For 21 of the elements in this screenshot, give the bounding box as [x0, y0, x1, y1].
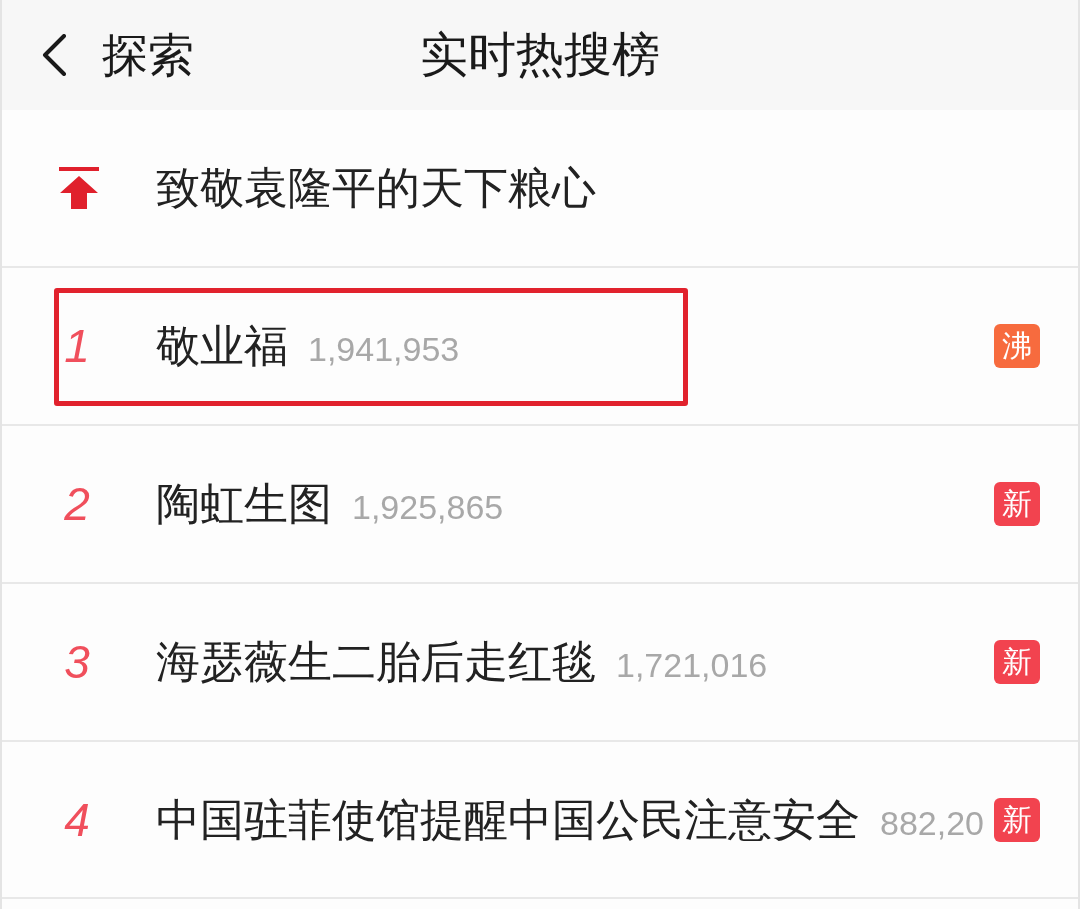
search-count: 1,721,016: [616, 648, 768, 682]
trend-title[interactable]: 陶虹生图: [156, 482, 332, 526]
rank-number: 2: [64, 481, 91, 527]
search-count: 1,925,865: [352, 490, 504, 524]
back-button[interactable]: 探索: [40, 32, 194, 78]
trend-badge: 新: [994, 482, 1040, 526]
pin-to-top-icon: [59, 167, 99, 209]
trend-title[interactable]: 海瑟薇生二胎后走红毯: [156, 640, 596, 684]
search-count: 882,20: [880, 805, 984, 840]
trend-badge: 新: [994, 797, 1040, 842]
page-title: 实时热搜榜: [420, 31, 660, 79]
rank-number: 4: [64, 796, 91, 843]
trend-title[interactable]: 中国驻菲使馆提醒中国公民注意安全: [156, 797, 860, 842]
rank-number: 3: [64, 639, 91, 685]
pinned-trend-title[interactable]: 致敬袁隆平的天下粮心: [156, 166, 596, 210]
trend-badge: 沸: [994, 324, 1040, 368]
chevron-left-icon: [40, 34, 68, 76]
trend-badge: 新: [994, 640, 1040, 684]
trend-title[interactable]: 敬业福: [156, 324, 288, 368]
rank-number: 1: [64, 323, 91, 369]
search-count: 1,941,953: [308, 332, 460, 366]
